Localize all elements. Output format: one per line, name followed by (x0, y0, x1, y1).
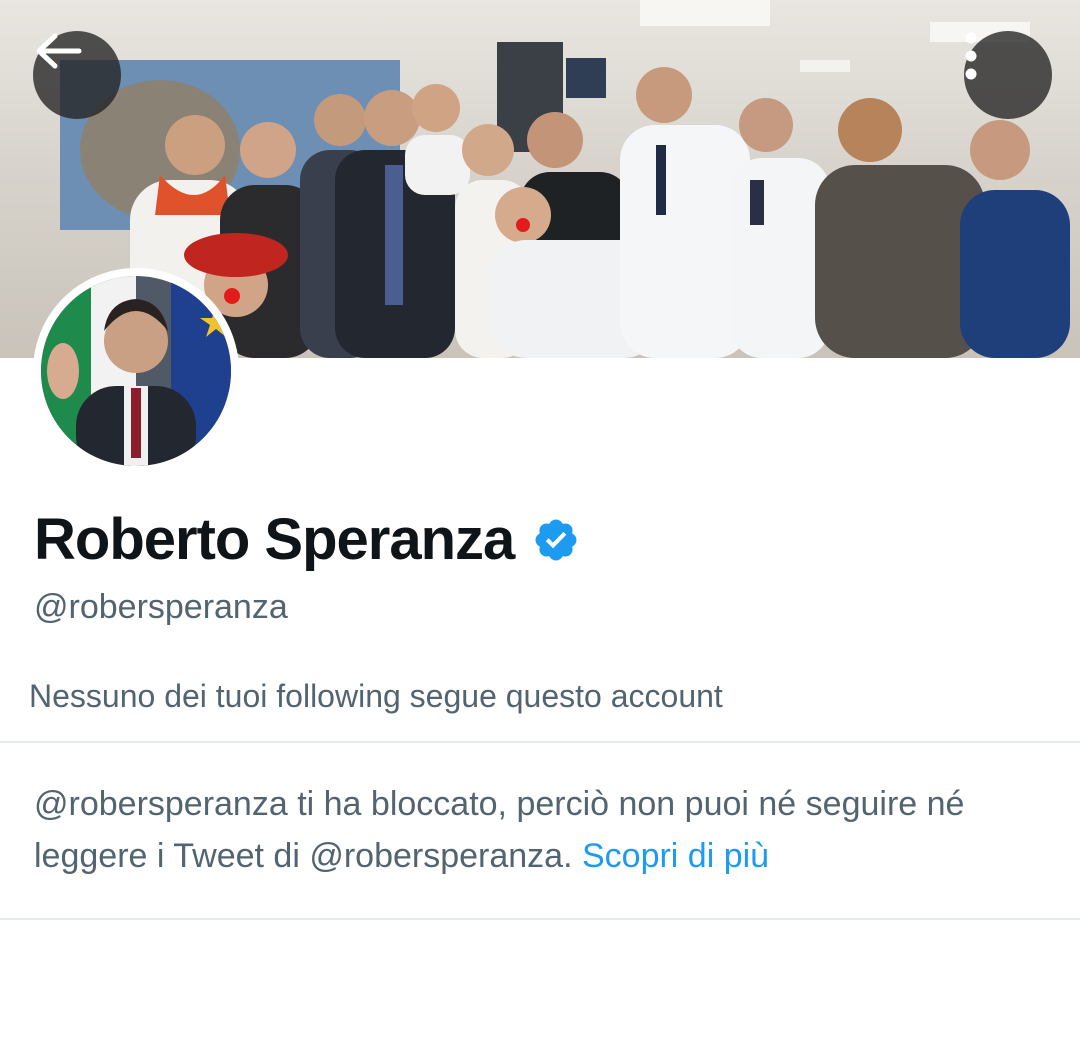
arrow-left-icon (36, 33, 82, 69)
display-name: Roberto Speranza (34, 507, 515, 572)
vertical-dots-icon (965, 32, 977, 80)
more-options-button[interactable] (964, 31, 1052, 119)
profile-handle: @robersperanza (34, 588, 288, 626)
avatar-photo (41, 276, 231, 466)
blocked-message: @robersperanza ti ha bloccato, perciò no… (34, 785, 965, 875)
learn-more-link[interactable]: Scopri di più (582, 837, 769, 875)
profile-name-row: Roberto Speranza (34, 506, 580, 573)
divider (0, 741, 1080, 743)
divider (0, 918, 1080, 920)
profile-avatar[interactable] (33, 268, 239, 474)
blocked-notice: @robersperanza ti ha bloccato, perciò no… (34, 778, 1054, 882)
back-button[interactable] (33, 31, 121, 119)
followers-you-know: Nessuno dei tuoi following segue questo … (29, 678, 723, 714)
verified-badge-icon (535, 519, 577, 560)
